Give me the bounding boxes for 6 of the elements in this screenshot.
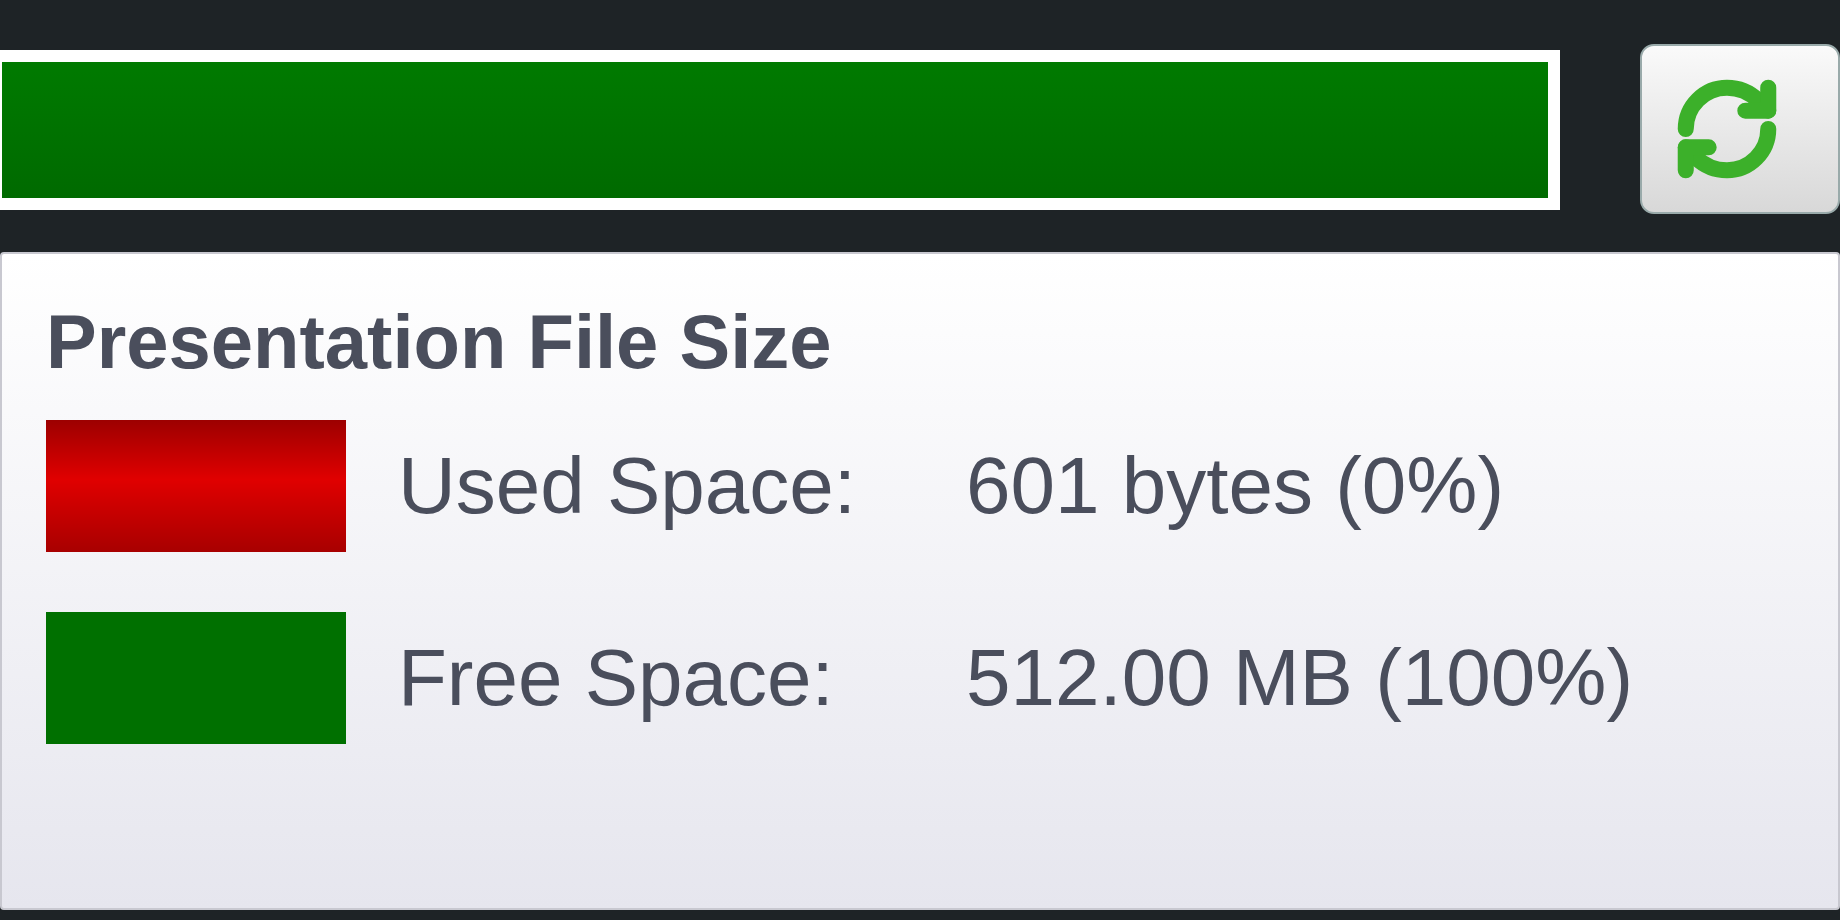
- legend-value: 512.00 MB (100%): [966, 632, 1634, 724]
- refresh-button[interactable]: [1640, 44, 1840, 214]
- tooltip-title: Presentation File Size: [46, 304, 833, 380]
- legend-label: Used Space:: [398, 440, 857, 532]
- legend-value: 601 bytes (0%): [966, 440, 1505, 532]
- legend-label: Free Space:: [398, 632, 834, 724]
